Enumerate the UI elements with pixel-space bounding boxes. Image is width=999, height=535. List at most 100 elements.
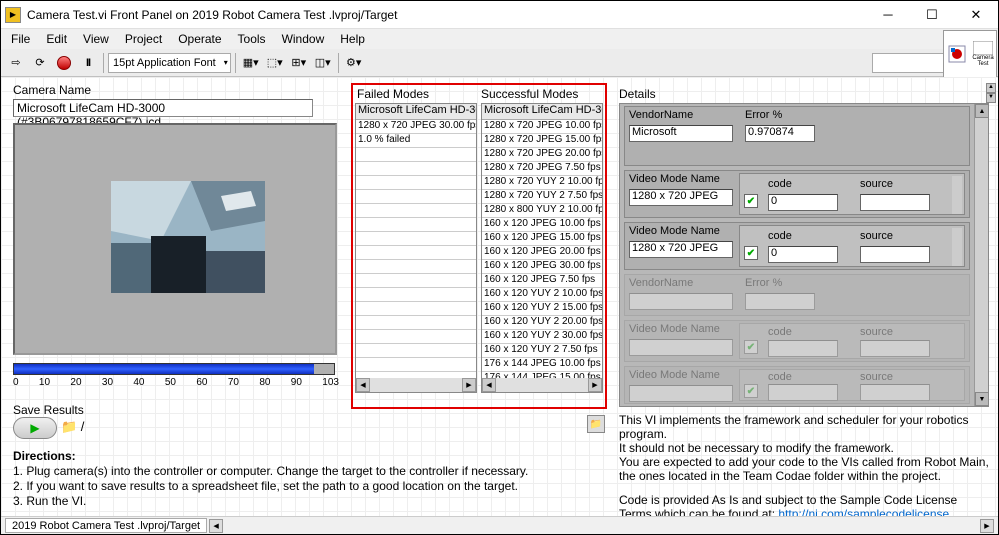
list-item[interactable]: 1280 x 720 YUY 2 7.50 fps xyxy=(482,190,602,204)
menu-tools[interactable]: Tools xyxy=(230,30,274,48)
pause-button[interactable]: II xyxy=(77,52,99,74)
list-item[interactable]: 1280 x 720 JPEG 7.50 fps xyxy=(482,162,602,176)
video-mode-field[interactable]: 1280 x 720 JPEG xyxy=(629,189,733,206)
scroll-left-button[interactable]: ◀ xyxy=(356,378,370,392)
status-scroll-right[interactable]: ▶ xyxy=(980,519,994,533)
error-pct-field[interactable]: 0.970874 xyxy=(745,125,815,142)
connector-pane-icon[interactable] xyxy=(944,31,970,77)
menu-edit[interactable]: Edit xyxy=(38,30,75,48)
list-item[interactable] xyxy=(356,246,476,260)
run-button[interactable]: ⇨ xyxy=(5,52,27,74)
maximize-button[interactable]: ☐ xyxy=(910,1,954,29)
menu-operate[interactable]: Operate xyxy=(170,30,229,48)
list-item[interactable]: 176 x 144 JPEG 10.00 fps xyxy=(482,358,602,372)
code-field[interactable]: 0 xyxy=(768,194,838,211)
list-item[interactable] xyxy=(356,218,476,232)
list-item[interactable]: 160 x 120 JPEG 30.00 fps xyxy=(482,260,602,274)
vi-icon-pane[interactable]: Camera Test xyxy=(943,30,997,78)
vi-icon[interactable]: Camera Test xyxy=(970,31,996,77)
source-field[interactable] xyxy=(860,246,930,263)
settings-button[interactable]: ⚙▾ xyxy=(343,52,365,74)
align-button[interactable]: ▦▾ xyxy=(240,52,262,74)
list-item[interactable]: 160 x 120 YUY 2 7.50 fps xyxy=(482,344,602,358)
video-mode-cluster-disabled-1: Video Mode Name ✔ code source xyxy=(624,320,970,362)
scroll-right-button[interactable]: ▶ xyxy=(462,378,476,392)
list-item[interactable] xyxy=(356,204,476,218)
menu-view[interactable]: View xyxy=(75,30,117,48)
vendor-name-field[interactable]: Microsoft xyxy=(629,125,733,142)
list-item[interactable] xyxy=(356,176,476,190)
code-field[interactable]: 0 xyxy=(768,246,838,263)
status-project-tab[interactable]: 2019 Robot Camera Test .lvproj/Target xyxy=(5,518,207,533)
details-scrollbar[interactable]: ▲ ▼ xyxy=(974,104,988,406)
video-mode-field[interactable]: 1280 x 720 JPEG xyxy=(629,241,733,258)
menu-window[interactable]: Window xyxy=(274,30,333,48)
list-item[interactable]: 1280 x 720 JPEG 15.00 fps xyxy=(482,134,602,148)
vendor-cluster-disabled: VendorName Error % xyxy=(624,274,970,316)
scroll-up-button[interactable]: ▲ xyxy=(975,104,989,118)
status-checkbox[interactable]: ✔ xyxy=(744,194,758,208)
list-item[interactable]: 1280 x 800 YUY 2 10.00 fps xyxy=(482,204,602,218)
video-mode-cluster-disabled-2: Video Mode Name ✔ code source xyxy=(624,366,970,404)
status-scroll-left[interactable]: ◀ xyxy=(209,519,223,533)
reorder-button[interactable]: ◫▾ xyxy=(312,52,334,74)
menu-project[interactable]: Project xyxy=(117,30,170,48)
list-item[interactable] xyxy=(356,316,476,330)
camera-name-label: Camera Name xyxy=(13,83,91,97)
error-scrollbar[interactable] xyxy=(952,228,962,266)
list-item[interactable]: 1.0 % failed xyxy=(356,134,476,148)
close-button[interactable]: ✕ xyxy=(954,1,998,29)
array-index-control[interactable]: ▲▼ xyxy=(986,83,996,103)
list-item[interactable]: 160 x 120 JPEG 10.00 fps xyxy=(482,218,602,232)
list-item[interactable]: 1280 x 720 JPEG 20.00 fps xyxy=(482,148,602,162)
list-item[interactable]: 160 x 120 YUY 2 20.00 fps xyxy=(482,316,602,330)
scroll-down-button[interactable]: ▼ xyxy=(975,392,989,406)
error-scrollbar[interactable] xyxy=(952,176,962,214)
run-continuous-button[interactable]: ⟳ xyxy=(29,52,51,74)
list-item[interactable] xyxy=(356,344,476,358)
status-checkbox[interactable]: ✔ xyxy=(744,246,758,260)
video-mode-cluster-2: Video Mode Name 1280 x 720 JPEG ✔ code 0… xyxy=(624,222,970,270)
minimize-button[interactable]: ─ xyxy=(866,1,910,29)
source-field[interactable] xyxy=(860,194,930,211)
list-item[interactable] xyxy=(356,232,476,246)
path-control[interactable]: 📁 / xyxy=(61,419,84,435)
list-item[interactable] xyxy=(356,260,476,274)
slider-scale: 01020 304050 607080 90103 xyxy=(13,377,339,388)
list-item[interactable] xyxy=(356,288,476,302)
list-item[interactable]: 1280 x 720 JPEG 30.00 fps xyxy=(356,120,476,134)
menu-help[interactable]: Help xyxy=(332,30,373,48)
scroll-right-button[interactable]: ▶ xyxy=(588,378,602,392)
list-item[interactable]: 160 x 120 JPEG 15.00 fps xyxy=(482,232,602,246)
list-item[interactable]: 160 x 120 YUY 2 15.00 fps xyxy=(482,302,602,316)
browse-button[interactable]: 📁 xyxy=(587,415,605,433)
scroll-left-button[interactable]: ◀ xyxy=(482,378,496,392)
list-item[interactable]: 160 x 120 JPEG 20.00 fps xyxy=(482,246,602,260)
list-item[interactable] xyxy=(356,358,476,372)
successful-modes-list[interactable]: Microsoft LifeCam HD-30 1280 x 720 JPEG … xyxy=(481,103,603,393)
image-display[interactable] xyxy=(13,123,337,355)
list-item[interactable] xyxy=(356,162,476,176)
abort-button[interactable] xyxy=(53,52,75,74)
list-item[interactable] xyxy=(356,190,476,204)
list-item[interactable]: 160 x 120 JPEG 7.50 fps xyxy=(482,274,602,288)
font-selector[interactable]: 15pt Application Font xyxy=(108,53,231,73)
resize-button[interactable]: ⊞▾ xyxy=(288,52,310,74)
failed-modes-list[interactable]: Microsoft LifeCam HD-30 1280 x 720 JPEG … xyxy=(355,103,477,393)
progress-slider[interactable] xyxy=(13,363,335,375)
list-item[interactable] xyxy=(356,330,476,344)
list-item[interactable]: 160 x 120 YUY 2 30.00 fps xyxy=(482,330,602,344)
video-mode-cluster-1: Video Mode Name 1280 x 720 JPEG ✔ code 0… xyxy=(624,170,970,218)
save-results-button[interactable]: ▶ xyxy=(13,417,57,439)
list-item[interactable] xyxy=(356,274,476,288)
list-item[interactable] xyxy=(356,302,476,316)
list-item[interactable]: 1280 x 720 JPEG 10.00 fps xyxy=(482,120,602,134)
list-item[interactable]: 1280 x 720 YUY 2 10.00 fps xyxy=(482,176,602,190)
list-item[interactable]: 160 x 120 YUY 2 10.00 fps xyxy=(482,288,602,302)
license-link[interactable]: http://ni.com/samplecodelicense xyxy=(778,507,949,516)
camera-name-field[interactable]: Microsoft LifeCam HD-3000 (#3B0679781865… xyxy=(13,99,313,117)
distribute-button[interactable]: ⬚▾ xyxy=(264,52,286,74)
list-item[interactable] xyxy=(356,148,476,162)
menu-file[interactable]: File xyxy=(3,30,38,48)
folder-icon: 📁 xyxy=(590,419,602,430)
